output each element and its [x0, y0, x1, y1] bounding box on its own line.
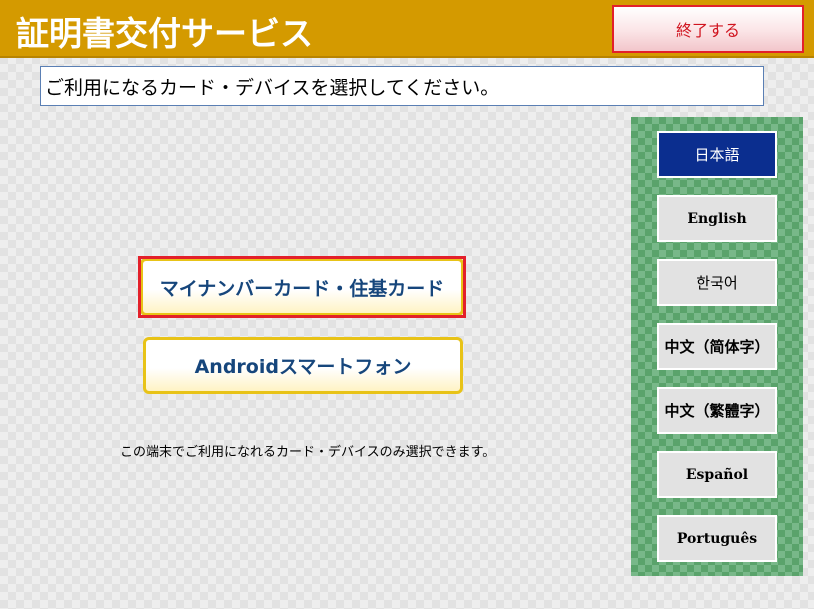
- device-note: この端末でご利用になれるカード・デバイスのみ選択できます。: [120, 445, 496, 460]
- exit-button[interactable]: 終了する: [612, 5, 804, 53]
- language-chinese-traditional-button[interactable]: 中文（繁體字）: [657, 387, 777, 434]
- language-chinese-simplified-button[interactable]: 中文（简体字）: [657, 323, 777, 370]
- android-smartphone-button[interactable]: Androidスマートフォン: [143, 337, 463, 394]
- language-portuguese-button[interactable]: Português: [657, 515, 777, 562]
- instruction-text: ご利用になるカード・デバイスを選択してください。: [40, 66, 764, 106]
- language-korean-button[interactable]: 한국어: [657, 259, 777, 306]
- language-panel: 日本語 English 한국어 中文（简体字） 中文（繁體字） Español …: [631, 117, 803, 576]
- language-spanish-button[interactable]: Español: [657, 451, 777, 498]
- header-bar: 証明書交付サービス 終了する: [0, 0, 814, 58]
- language-english-button[interactable]: English: [657, 195, 777, 242]
- my-number-card-button[interactable]: マイナンバーカード・住基カード: [140, 258, 464, 316]
- app-title: 証明書交付サービス: [16, 14, 313, 53]
- language-japanese-button[interactable]: 日本語: [657, 131, 777, 178]
